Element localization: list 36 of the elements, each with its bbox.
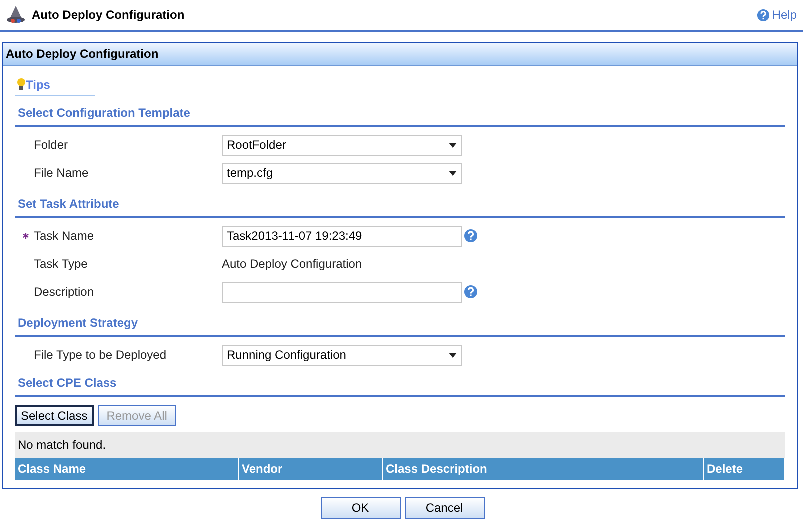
dropdown[interactable]: RootFolder xyxy=(222,134,462,156)
section-title: Select Configuration Template xyxy=(17,105,192,122)
cancel-button[interactable]: Cancel xyxy=(404,497,484,519)
field-label: File Name xyxy=(34,166,89,180)
caret-icon xyxy=(449,142,457,148)
field-value: Auto Deploy Configuration xyxy=(222,256,362,273)
select-class-button[interactable]: Select Class xyxy=(15,405,94,426)
wizard-hat-icon xyxy=(6,5,26,25)
column-header: Delete xyxy=(704,458,785,480)
text-field[interactable]: Task2013-11-07 19:23:49 xyxy=(222,226,462,246)
empty-message-bar: No match found. xyxy=(15,432,785,458)
field-label: Task Type xyxy=(34,257,88,271)
field-label: Description xyxy=(34,285,94,299)
caret-icon xyxy=(449,170,457,176)
text-field[interactable] xyxy=(222,282,462,302)
column-header: Vendor xyxy=(239,458,383,480)
help-icon[interactable] xyxy=(464,285,478,299)
dropdown[interactable]: Running Configuration xyxy=(222,344,462,366)
section-title: Select CPE Class xyxy=(17,375,118,392)
page-title: Auto Deploy Configuration xyxy=(32,7,185,24)
field-label: Task Name xyxy=(34,229,94,243)
field-label: File Type to be Deployed xyxy=(34,348,167,362)
lightbulb-icon xyxy=(17,78,26,91)
help-icon[interactable] xyxy=(464,229,478,243)
dropdown[interactable]: temp.cfg xyxy=(222,162,462,184)
help-icon[interactable] xyxy=(757,8,770,22)
panel-header: Auto Deploy Configuration xyxy=(3,43,797,66)
section-title: Set Task Attribute xyxy=(17,196,120,213)
help-link[interactable]: Help xyxy=(757,6,797,24)
column-header: Class Name xyxy=(15,458,239,480)
field-label: Folder xyxy=(34,138,68,152)
section-title: Deployment Strategy xyxy=(17,315,140,332)
ok-button[interactable]: OK xyxy=(320,497,400,519)
caret-icon xyxy=(449,352,457,358)
tips-link[interactable]: Tips xyxy=(26,76,50,94)
column-header: Class Description xyxy=(383,458,704,480)
